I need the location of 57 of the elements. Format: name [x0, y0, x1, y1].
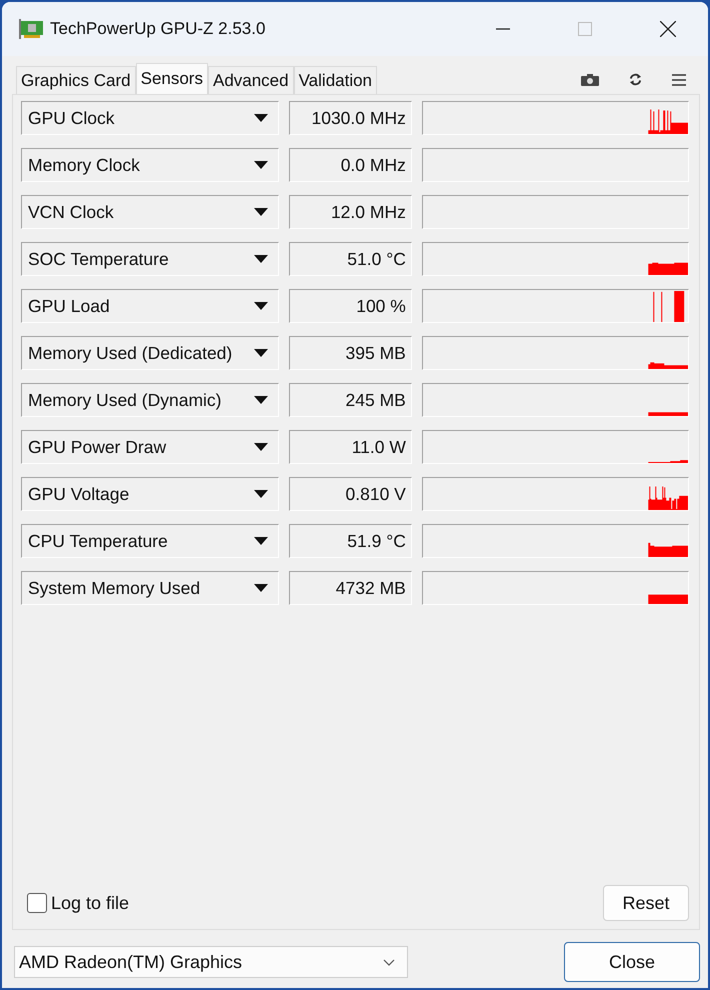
- tab[interactable]: Validation: [294, 66, 378, 94]
- device-dropdown[interactable]: AMD Radeon(TM) Graphics: [14, 946, 408, 978]
- dropdown-arrow-icon: [254, 114, 268, 122]
- log-to-file-checkbox[interactable]: Log to file: [27, 892, 130, 914]
- sensor-dropdown[interactable]: GPU Load: [21, 289, 280, 323]
- dropdown-arrow-icon: [254, 161, 268, 169]
- sensor-dropdown[interactable]: GPU Clock: [21, 101, 280, 135]
- dropdown-arrow-icon: [254, 208, 268, 216]
- close-button[interactable]: Close: [564, 942, 700, 982]
- sparkline-drawing: [653, 290, 684, 322]
- sparkline-drawing: [648, 262, 688, 275]
- sensor-dropdown[interactable]: Memory Clock: [21, 148, 280, 182]
- sensor-value: 11.0 W: [289, 430, 412, 464]
- dropdown-arrow-icon: [254, 255, 268, 263]
- sensor-value: 0.810 V: [289, 477, 412, 511]
- sensor-dropdown[interactable]: CPU Temperature: [21, 524, 280, 558]
- sensor-value: 0.0 MHz: [289, 148, 412, 182]
- sensor-value: 51.9 °C: [289, 524, 412, 558]
- sensor-value: 51.0 °C: [289, 242, 412, 276]
- dropdown-arrow-icon: [254, 302, 268, 310]
- tab[interactable]: Advanced: [208, 66, 294, 94]
- camera-icon[interactable]: [581, 74, 599, 86]
- dropdown-arrow-icon: [254, 349, 268, 357]
- sparkline-drawing: [648, 110, 688, 134]
- sensor-dropdown[interactable]: Memory Used (Dynamic): [21, 383, 280, 417]
- sparkline-drawing: [648, 362, 688, 369]
- tab[interactable]: Graphics Card: [16, 66, 136, 94]
- sensor-value: 1030.0 MHz: [289, 101, 412, 135]
- sensor-dropdown[interactable]: VCN Clock: [21, 195, 280, 229]
- menu-icon[interactable]: [672, 74, 686, 86]
- reset-button[interactable]: Reset: [603, 885, 689, 921]
- sensor-value: 4732 MB: [289, 571, 412, 605]
- dropdown-arrow-icon: [254, 443, 268, 451]
- dropdown-arrow-icon: [254, 537, 268, 545]
- tab[interactable]: Sensors: [136, 63, 208, 94]
- close-icon[interactable]: [660, 21, 676, 37]
- sensor-value: 395 MB: [289, 336, 412, 370]
- window-title: TechPowerUp GPU-Z 2.53.0: [50, 19, 266, 39]
- sparkline-drawing: [648, 460, 688, 463]
- sensor-dropdown[interactable]: GPU Power Draw: [21, 430, 280, 464]
- graphics-card-icon: [18, 19, 44, 39]
- refresh-icon[interactable]: [629, 73, 642, 86]
- sensor-value: 100 %: [289, 289, 412, 323]
- dropdown-arrow-icon: [254, 584, 268, 592]
- sensor-dropdown[interactable]: System Memory Used: [21, 571, 280, 605]
- sparkline-drawing: [648, 486, 688, 510]
- chevron-down-icon: [383, 958, 395, 966]
- sparkline-drawing: [648, 412, 688, 416]
- dropdown-arrow-icon: [254, 490, 268, 498]
- sensor-dropdown[interactable]: Memory Used (Dedicated): [21, 336, 280, 370]
- sensor-dropdown[interactable]: GPU Voltage: [21, 477, 280, 511]
- sparkline-drawing: [648, 594, 688, 604]
- sparkline-drawing: [648, 542, 688, 557]
- sensor-value: 12.0 MHz: [289, 195, 412, 229]
- dropdown-arrow-icon: [254, 396, 268, 404]
- sensor-value: 245 MB: [289, 383, 412, 417]
- sensor-dropdown[interactable]: SOC Temperature: [21, 242, 280, 276]
